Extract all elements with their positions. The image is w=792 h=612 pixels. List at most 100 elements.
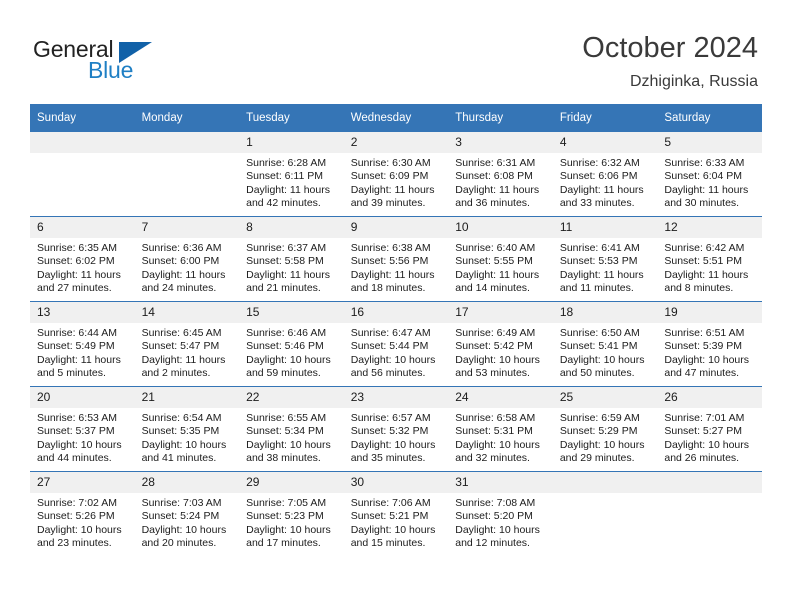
day-number: 25 <box>552 387 658 408</box>
day-details: Sunrise: 6:40 AM Sunset: 5:55 PM Daylight:… <box>448 238 553 296</box>
day-details: Sunrise: 6:33 AM Sunset: 6:04 PM Daylight:… <box>657 153 762 211</box>
calendar-day-cell[interactable]: 8 Sunrise: 6:37 AM Sunset: 5:58 PM Daylight… <box>239 216 344 302</box>
day-details: Sunrise: 6:36 AM Sunset: 6:00 PM Daylight:… <box>135 238 240 296</box>
calendar-day-cell[interactable]: 22 Sunrise: 6:55 AM Sunset: 5:34 PM Dayligh… <box>239 386 344 472</box>
calendar-day-cell[interactable]: 2 Sunrise: 6:30 AM Sunset: 6:09 PM Daylight… <box>343 132 449 217</box>
calendar-day-cell[interactable]: 29 Sunrise: 7:05 AM Sunset: 5:23 PM Dayligh… <box>239 471 344 556</box>
day-number: 15 <box>239 302 344 323</box>
daylight-text-line2: and 24 minutes. <box>141 282 217 295</box>
daylight-text-line2: and 35 minutes. <box>350 452 426 465</box>
daylight-text-line2: and 42 minutes. <box>246 197 321 210</box>
sunrise-text: Sunrise: 6:49 AM <box>455 327 536 339</box>
calendar-day-cell[interactable]: 18 Sunrise: 6:50 AM Sunset: 5:41 PM Dayligh… <box>552 301 658 387</box>
calendar-day-cell[interactable]: 21 Sunrise: 6:54 AM Sunset: 5:35 PM Dayligh… <box>134 386 240 472</box>
calendar-day-cell[interactable]: 19 Sunrise: 6:51 AM Sunset: 5:39 PM Dayligh… <box>657 301 762 387</box>
daylight-text-line1: Daylight: 10 hours <box>559 438 645 451</box>
calendar-day-cell[interactable]: 14 Sunrise: 6:45 AM Sunset: 5:47 PM Dayligh… <box>134 301 240 387</box>
day-details: Sunrise: 7:08 AM Sunset: 5:20 PM Daylight:… <box>448 493 553 551</box>
sunrise-text: Sunrise: 7:02 AM <box>37 497 117 509</box>
daylight-text-line2: and 56 minutes. <box>350 367 426 380</box>
day-number: 10 <box>448 217 553 238</box>
day-number: 27 <box>30 472 135 493</box>
sunset-text: Sunset: 5:49 PM <box>37 340 115 353</box>
calendar-cell-empty <box>657 471 762 556</box>
calendar-day-cell[interactable]: 7 Sunrise: 6:36 AM Sunset: 6:00 PM Daylight… <box>134 216 240 302</box>
day-details: Sunrise: 6:54 AM Sunset: 5:35 PM Daylight:… <box>135 408 240 466</box>
sunrise-text: Sunrise: 6:30 AM <box>350 157 431 169</box>
day-number: 29 <box>239 472 344 493</box>
day-number: 28 <box>134 472 240 493</box>
calendar-day-cell[interactable]: 27 Sunrise: 7:02 AM Sunset: 5:26 PM Dayligh… <box>30 471 135 556</box>
calendar-day-cell[interactable]: 26 Sunrise: 7:01 AM Sunset: 5:27 PM Dayligh… <box>657 386 762 472</box>
weekday-header-row: Sunday Monday Tuesday Wednesday Thursday… <box>30 104 762 132</box>
calendar-day-cell[interactable]: 24 Sunrise: 6:58 AM Sunset: 5:31 PM Dayligh… <box>448 386 553 472</box>
title-block: October 2024 Dzhiginka, Russia <box>582 30 758 93</box>
calendar-day-cell[interactable]: 31 Sunrise: 7:08 AM Sunset: 5:20 PM Dayligh… <box>448 471 553 556</box>
sunrise-text: Sunrise: 6:41 AM <box>559 242 640 254</box>
calendar-day-cell[interactable]: 6 Sunrise: 6:35 AM Sunset: 6:02 PM Daylight… <box>30 216 135 302</box>
calendar-day-cell[interactable]: 30 Sunrise: 7:06 AM Sunset: 5:21 PM Dayligh… <box>343 471 449 556</box>
calendar-day-cell[interactable]: 23 Sunrise: 6:57 AM Sunset: 5:32 PM Dayligh… <box>343 386 449 472</box>
calendar-day-cell[interactable]: 13 Sunrise: 6:44 AM Sunset: 5:49 PM Dayligh… <box>30 301 135 387</box>
calendar-day-cell[interactable]: 15 Sunrise: 6:46 AM Sunset: 5:46 PM Dayligh… <box>239 301 344 387</box>
calendar-day-cell[interactable]: 3 Sunrise: 6:31 AM Sunset: 6:08 PM Daylight… <box>448 132 553 217</box>
calendar-day-cell[interactable]: 9 Sunrise: 6:38 AM Sunset: 5:56 PM Daylight… <box>343 216 449 302</box>
daylight-text-line1: Daylight: 11 hours <box>141 268 226 281</box>
sunset-text: Sunset: 6:02 PM <box>37 255 115 268</box>
calendar-day-cell[interactable]: 17 Sunrise: 6:49 AM Sunset: 5:42 PM Dayligh… <box>448 301 553 387</box>
day-details: Sunrise: 6:44 AM Sunset: 5:49 PM Daylight:… <box>30 323 135 381</box>
daylight-text-line1: Daylight: 10 hours <box>455 353 540 366</box>
daylight-text-line2: and 53 minutes. <box>455 367 530 380</box>
daylight-text-line2: and 11 minutes. <box>559 282 634 295</box>
general-blue-logo[interactable]: General Blue <box>33 36 233 88</box>
day-details: Sunrise: 6:47 AM Sunset: 5:44 PM Daylight:… <box>344 323 449 381</box>
sunrise-text: Sunrise: 6:58 AM <box>455 412 536 424</box>
daylight-text-line1: Daylight: 11 hours <box>246 183 330 196</box>
daylight-text-line2: and 23 minutes. <box>37 537 112 550</box>
page-header: General Blue October 2024 Dzhiginka, Rus… <box>0 0 792 104</box>
daylight-text-line1: Daylight: 10 hours <box>559 353 645 366</box>
daylight-text-line1: Daylight: 10 hours <box>350 523 436 536</box>
daylight-text-line1: Daylight: 10 hours <box>455 438 540 451</box>
calendar-day-cell[interactable]: 20 Sunrise: 6:53 AM Sunset: 5:37 PM Dayligh… <box>30 386 135 472</box>
sunset-text: Sunset: 6:00 PM <box>141 255 220 268</box>
sunset-text: Sunset: 5:53 PM <box>559 255 638 268</box>
day-number: 21 <box>134 387 240 408</box>
sunrise-text: Sunrise: 6:36 AM <box>141 242 222 254</box>
daylight-text-line2: and 29 minutes. <box>559 452 635 465</box>
sunrise-text: Sunrise: 6:44 AM <box>37 327 117 339</box>
daylight-text-line2: and 33 minutes. <box>559 197 635 210</box>
calendar-day-cell[interactable]: 10 Sunrise: 6:40 AM Sunset: 5:55 PM Dayligh… <box>448 216 553 302</box>
calendar-week-row: 27 Sunrise: 7:02 AM Sunset: 5:26 PM Dayligh… <box>30 471 762 556</box>
calendar-day-cell[interactable]: 28 Sunrise: 7:03 AM Sunset: 5:24 PM Dayligh… <box>134 471 240 556</box>
day-details: Sunrise: 6:42 AM Sunset: 5:51 PM Daylight:… <box>657 238 762 296</box>
sunset-text: Sunset: 5:42 PM <box>455 340 533 353</box>
sunrise-text: Sunrise: 6:35 AM <box>37 242 117 254</box>
day-number: 8 <box>239 217 344 238</box>
page-subtitle: Dzhiginka, Russia <box>629 73 758 90</box>
daylight-text-line1: Daylight: 11 hours <box>455 268 540 281</box>
day-number <box>657 472 762 493</box>
day-number <box>552 472 658 493</box>
calendar-day-cell[interactable]: 16 Sunrise: 6:47 AM Sunset: 5:44 PM Dayligh… <box>343 301 449 387</box>
calendar-day-cell[interactable]: 1 Sunrise: 6:28 AM Sunset: 6:11 PM Daylight… <box>239 132 344 217</box>
sunrise-text: Sunrise: 6:37 AM <box>246 242 327 254</box>
day-details: Sunrise: 7:05 AM Sunset: 5:23 PM Daylight:… <box>239 493 344 551</box>
daylight-text-line1: Daylight: 10 hours <box>37 523 122 536</box>
calendar-day-cell[interactable]: 5 Sunrise: 6:33 AM Sunset: 6:04 PM Daylight… <box>657 132 762 217</box>
calendar-day-cell[interactable]: 12 Sunrise: 6:42 AM Sunset: 5:51 PM Dayligh… <box>657 216 762 302</box>
daylight-text-line1: Daylight: 11 hours <box>246 268 330 281</box>
day-number: 12 <box>657 217 762 238</box>
day-details: Sunrise: 6:46 AM Sunset: 5:46 PM Daylight:… <box>239 323 344 381</box>
calendar-day-cell[interactable]: 4 Sunrise: 6:32 AM Sunset: 6:06 PM Daylight… <box>552 132 658 217</box>
sunset-text: Sunset: 5:21 PM <box>350 510 429 523</box>
daylight-text-line2: and 15 minutes. <box>350 537 426 550</box>
calendar-day-cell[interactable]: 11 Sunrise: 6:41 AM Sunset: 5:53 PM Dayligh… <box>552 216 658 302</box>
sunset-text: Sunset: 5:34 PM <box>246 425 324 438</box>
day-number: 1 <box>239 132 344 153</box>
daylight-text-line2: and 47 minutes. <box>664 367 740 380</box>
day-details: Sunrise: 7:06 AM Sunset: 5:21 PM Daylight:… <box>344 493 449 551</box>
daylight-text-line2: and 17 minutes. <box>246 537 321 550</box>
calendar-day-cell[interactable]: 25 Sunrise: 6:59 AM Sunset: 5:29 PM Dayligh… <box>552 386 658 472</box>
day-number: 23 <box>343 387 449 408</box>
